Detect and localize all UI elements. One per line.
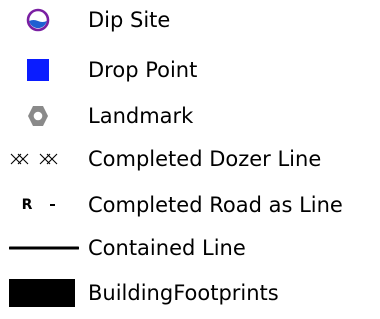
dozer-line-icon — [8, 139, 68, 179]
legend-label: Completed Road as Line — [88, 193, 343, 217]
legend-item-drop-point: Drop Point — [0, 50, 380, 90]
legend-item-building-footprints: BuildingFootprints — [0, 273, 380, 313]
legend-item-dip-site: Dip Site — [0, 0, 380, 40]
road-symbol-letter: R — [21, 197, 33, 213]
legend-item-landmark: Landmark — [0, 96, 380, 136]
legend-item-contained-line: Contained Line — [0, 228, 380, 268]
legend-label: Dip Site — [88, 8, 171, 32]
road-line-icon: R — [12, 185, 66, 225]
legend-item-dozer-line: Completed Dozer Line — [0, 139, 380, 179]
dip-site-icon — [20, 0, 56, 40]
legend-label: Contained Line — [88, 236, 246, 260]
legend-label: Completed Dozer Line — [88, 147, 322, 171]
drop-point-icon — [20, 50, 56, 90]
legend-item-road-line: R Completed Road as Line — [0, 185, 380, 225]
legend-label: BuildingFootprints — [88, 281, 279, 305]
map-legend: Dip Site Drop Point Landmark Completed D… — [0, 0, 380, 319]
legend-label: Landmark — [88, 104, 194, 128]
legend-label: Drop Point — [88, 58, 198, 82]
building-footprint-icon — [8, 273, 76, 313]
contained-line-icon — [6, 228, 82, 268]
landmark-icon — [20, 96, 56, 136]
